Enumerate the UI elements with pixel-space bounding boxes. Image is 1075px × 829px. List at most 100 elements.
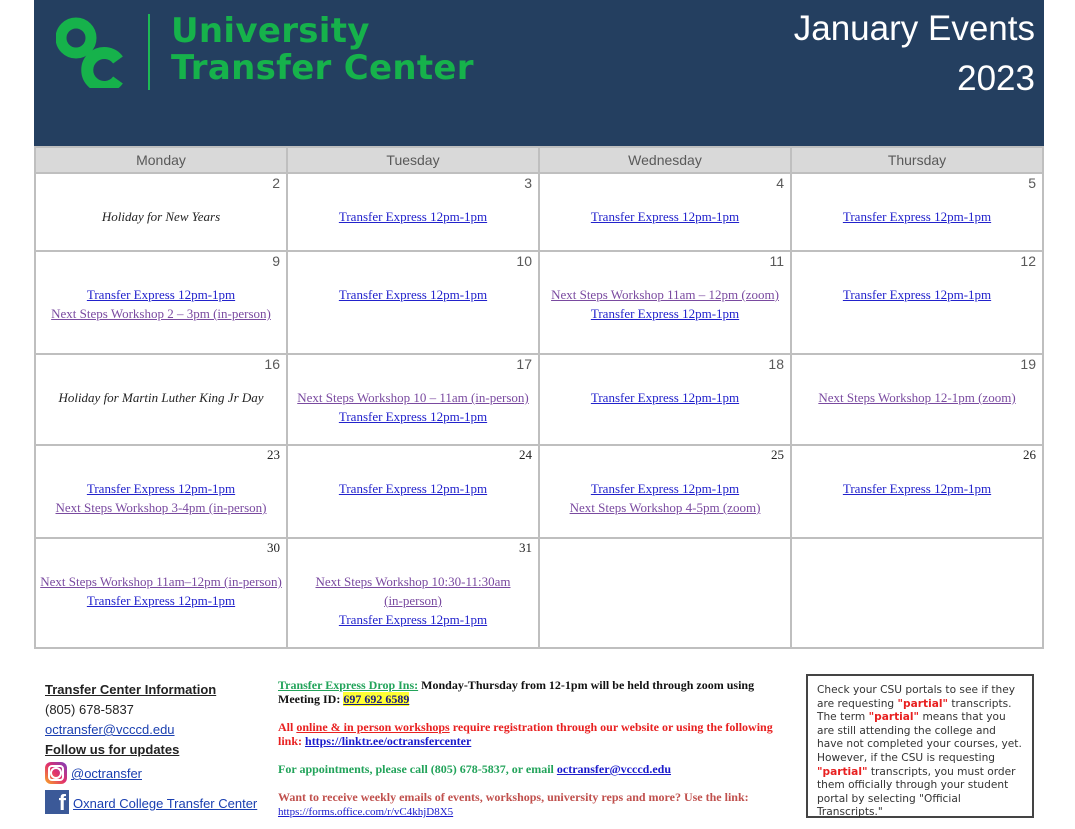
next-steps-event: Next Steps Workshop 11am – 12pm (zoom) bbox=[540, 285, 790, 304]
transfer-express-link[interactable]: Transfer Express 12pm-1pm bbox=[339, 481, 487, 496]
transfer-express-link[interactable]: Transfer Express 12pm-1pm bbox=[843, 481, 991, 496]
drop-in-label-link[interactable]: Transfer Express Drop Ins: bbox=[278, 678, 418, 692]
transfer-express-event: Transfer Express 12pm-1pm bbox=[36, 285, 286, 304]
next-steps-workshop-link[interactable]: Next Steps Workshop 11am–12pm (in-person… bbox=[40, 574, 282, 589]
day-number: 25 bbox=[771, 447, 784, 462]
next-steps-event: Next Steps Workshop 11am–12pm (in-person… bbox=[36, 572, 286, 591]
day-events: Transfer Express 12pm-1pm Next Steps Work… bbox=[36, 271, 286, 323]
instagram-icon bbox=[45, 762, 67, 784]
transfer-center-info: Transfer Center Information (805) 678-58… bbox=[45, 680, 257, 815]
transfer-express-event: Transfer Express 12pm-1pm bbox=[288, 407, 538, 426]
day-events: Transfer Express 12pm-1pm bbox=[288, 271, 538, 304]
next-steps-event: Next Steps Workshop 10 – 11am (in-person… bbox=[288, 388, 538, 407]
instagram-row: @octransfer bbox=[45, 762, 257, 784]
next-steps-event: Next Steps Workshop 2 – 3pm (in-person) bbox=[36, 304, 286, 323]
day-number: 26 bbox=[1023, 447, 1036, 462]
holiday-label: Holiday for New Years bbox=[101, 209, 221, 224]
day-number: 5 bbox=[1028, 175, 1036, 191]
next-steps-workshop-link[interactable]: Next Steps Workshop 12-1pm (zoom) bbox=[818, 390, 1015, 405]
partial-highlight: "partial" bbox=[868, 711, 920, 724]
drop-in-notice: Transfer Express Drop Ins: Monday-Thursd… bbox=[278, 678, 798, 706]
day-events: Next Steps Workshop 10 – 11am (in-person… bbox=[288, 374, 538, 426]
day-number: 31 bbox=[519, 540, 532, 555]
transfer-express-link[interactable]: Transfer Express 12pm-1pm bbox=[591, 481, 739, 496]
next-steps-event: Next Steps Workshop 4-5pm (zoom) bbox=[540, 498, 790, 517]
transfer-express-link[interactable]: Transfer Express 12pm-1pm bbox=[339, 209, 487, 224]
next-steps-workshop-link[interactable]: Next Steps Workshop 3-4pm (in-person) bbox=[55, 500, 266, 515]
facebook-link[interactable]: Oxnard College Transfer Center bbox=[73, 794, 257, 814]
transfer-express-link[interactable]: Transfer Express 12pm-1pm bbox=[339, 409, 487, 424]
day-number bbox=[792, 539, 1042, 558]
day-events: Transfer Express 12pm-1pm bbox=[540, 374, 790, 407]
next-steps-workshop-link[interactable]: Next Steps Workshop 10:30-11:30am (in-pe… bbox=[315, 574, 510, 608]
next-steps-workshop-link[interactable]: Next Steps Workshop 10 – 11am (in-person… bbox=[297, 390, 528, 405]
transfer-express-event: Transfer Express 12pm-1pm bbox=[288, 610, 538, 629]
day-events: Transfer Express 12pm-1pm bbox=[792, 271, 1042, 304]
next-steps-workshop-link[interactable]: Next Steps Workshop 11am – 12pm (zoom) bbox=[551, 287, 779, 302]
linktree-link[interactable]: https://linktr.ee/octransfercenter bbox=[305, 734, 471, 748]
day-number: 2 bbox=[272, 175, 280, 191]
calendar-day-cell: 2 Holiday for New Years bbox=[34, 172, 288, 252]
partial-highlight: "partial" bbox=[897, 697, 949, 710]
notices: Transfer Express Drop Ins: Monday-Thursd… bbox=[278, 678, 798, 829]
day-number: 10 bbox=[516, 253, 532, 269]
brand-line-2: Transfer Center bbox=[171, 48, 474, 88]
column-header: Thursday bbox=[790, 146, 1044, 174]
appt-email-link[interactable]: octransfer@vcccd.edu bbox=[557, 762, 671, 776]
transfer-express-event: Transfer Express 12pm-1pm bbox=[792, 285, 1042, 304]
calendar-week-row: 23 Transfer Express 12pm-1pm Next Steps Wo… bbox=[34, 444, 1044, 539]
day-number: 18 bbox=[768, 356, 784, 372]
transfer-express-link[interactable]: Transfer Express 12pm-1pm bbox=[591, 306, 739, 321]
transfer-express-link[interactable]: Transfer Express 12pm-1pm bbox=[591, 209, 739, 224]
transfer-express-link[interactable]: Transfer Express 12pm-1pm bbox=[339, 612, 487, 627]
registration-notice: All online & in person workshops require… bbox=[278, 720, 798, 748]
info-email-link[interactable]: octransfer@vcccd.edu bbox=[45, 722, 175, 737]
day-events: Transfer Express 12pm-1pm Next Steps Work… bbox=[540, 465, 790, 517]
instagram-link[interactable]: @octransfer bbox=[71, 764, 142, 784]
facebook-icon: f bbox=[45, 790, 69, 815]
calendar-day-cell: 5 Transfer Express 12pm-1pm bbox=[790, 172, 1044, 252]
transfer-express-link[interactable]: Transfer Express 12pm-1pm bbox=[87, 287, 235, 302]
calendar-day-cell: 16 Holiday for Martin Luther King Jr Day bbox=[34, 353, 288, 446]
transfer-express-event: Transfer Express 12pm-1pm bbox=[288, 207, 538, 226]
transfer-express-event: Transfer Express 12pm-1pm bbox=[288, 285, 538, 304]
transfer-express-event: Transfer Express 12pm-1pm bbox=[540, 304, 790, 323]
transfer-express-link[interactable]: Transfer Express 12pm-1pm bbox=[339, 287, 487, 302]
follow-heading: Follow us for updates bbox=[45, 742, 180, 757]
next-steps-event: Next Steps Workshop 3-4pm (in-person) bbox=[36, 498, 286, 517]
transfer-express-event: Transfer Express 12pm-1pm bbox=[288, 479, 538, 498]
holiday-label: Holiday for Martin Luther King Jr Day bbox=[58, 390, 264, 405]
calendar-day-cell bbox=[790, 537, 1044, 649]
calendar-header-row: Monday Tuesday Wednesday Thursday bbox=[34, 146, 1044, 174]
calendar-day-cell: 30 Next Steps Workshop 11am–12pm (in-pers… bbox=[34, 537, 288, 649]
day-events: Holiday for Martin Luther King Jr Day bbox=[36, 374, 286, 407]
next-steps-workshop-link[interactable]: Next Steps Workshop 2 – 3pm (in-person) bbox=[51, 306, 271, 321]
next-steps-workshop-link[interactable]: Next Steps Workshop 4-5pm (zoom) bbox=[570, 500, 761, 515]
calendar-day-cell: 23 Transfer Express 12pm-1pm Next Steps Wo… bbox=[34, 444, 288, 539]
calendar-day-cell: 17 Next Steps Workshop 10 – 11am (in-pers… bbox=[286, 353, 540, 446]
day-number: 9 bbox=[272, 253, 280, 269]
appt-text: For appointments, please call (805) 678-… bbox=[278, 762, 557, 776]
next-steps-event: Next Steps Workshop 10:30-11:30am (in-pe… bbox=[288, 572, 538, 610]
calendar-day-cell bbox=[538, 537, 792, 649]
day-events: Transfer Express 12pm-1pm Next Steps Work… bbox=[36, 465, 286, 517]
transfer-express-link[interactable]: Transfer Express 12pm-1pm bbox=[87, 481, 235, 496]
day-number: 23 bbox=[267, 447, 280, 462]
facebook-row: f Oxnard College Transfer Center bbox=[45, 790, 257, 815]
day-events: Next Steps Workshop 11am – 12pm (zoom) Tr… bbox=[540, 271, 790, 323]
forms-link[interactable]: https://forms.office.com/r/vC4khjD8X5 bbox=[278, 806, 453, 818]
calendar-week-row: 16 Holiday for Martin Luther King Jr Day 1… bbox=[34, 353, 1044, 446]
day-number: 19 bbox=[1020, 356, 1036, 372]
transfer-express-link[interactable]: Transfer Express 12pm-1pm bbox=[591, 390, 739, 405]
transfer-express-link[interactable]: Transfer Express 12pm-1pm bbox=[843, 209, 991, 224]
transfer-express-link[interactable]: Transfer Express 12pm-1pm bbox=[843, 287, 991, 302]
calendar-week-row: 2 Holiday for New Years 3 Transfer Express … bbox=[34, 172, 1044, 252]
column-header: Tuesday bbox=[286, 146, 540, 174]
header-banner: University Transfer Center January Event… bbox=[34, 0, 1044, 146]
calendar-day-cell: 18 Transfer Express 12pm-1pm bbox=[538, 353, 792, 446]
meeting-id[interactable]: 697 692 6589 bbox=[343, 692, 410, 706]
logo-divider bbox=[148, 14, 150, 90]
transfer-express-link[interactable]: Transfer Express 12pm-1pm bbox=[87, 593, 235, 608]
weekly-text: Want to receive weekly emails of events,… bbox=[278, 790, 749, 804]
workshops-link[interactable]: online & in person workshops bbox=[296, 720, 449, 734]
